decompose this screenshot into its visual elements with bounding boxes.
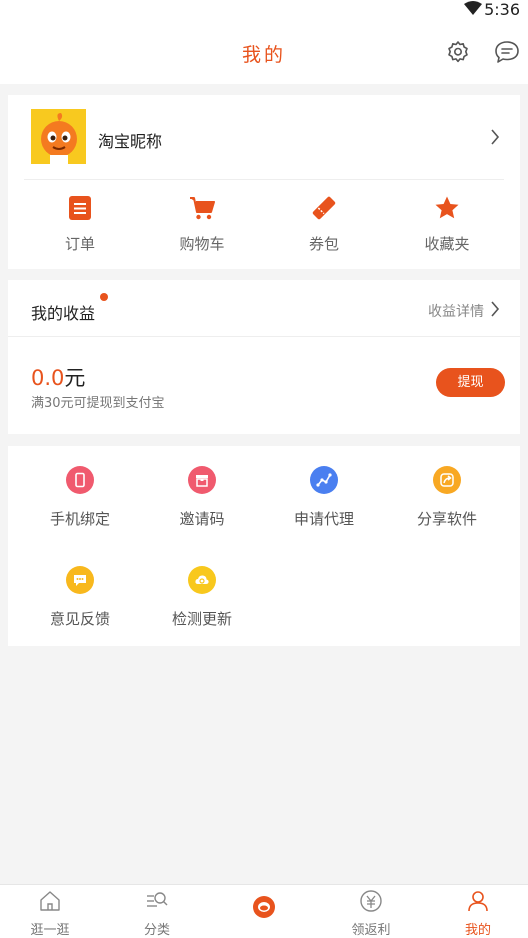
tab-category[interactable]: 分类 xyxy=(117,889,197,938)
tab-label: 领返利 xyxy=(351,923,391,938)
agent-icon xyxy=(310,466,338,494)
tool-feedback[interactable]: 意见反馈 xyxy=(25,566,135,629)
cart-icon xyxy=(190,197,215,220)
shortcut-coupon[interactable]: 券包 xyxy=(274,195,374,254)
user-icon xyxy=(468,891,488,912)
center-logo-icon xyxy=(253,896,275,918)
avatar[interactable] xyxy=(31,109,86,164)
order-icon xyxy=(69,196,91,220)
withdraw-button[interactable]: 提现 xyxy=(436,368,505,397)
tab-label: 逛一逛 xyxy=(30,923,70,938)
gear-icon[interactable] xyxy=(446,40,470,64)
shortcut-label: 券包 xyxy=(308,235,339,253)
bottom-tab-bar: 逛一逛 分类 领返利 我的 xyxy=(0,884,528,938)
earnings-amount: 0.0元 xyxy=(31,362,85,392)
tab-center[interactable] xyxy=(224,889,304,925)
divider xyxy=(24,179,504,180)
tool-check-update[interactable]: 检测更新 xyxy=(147,566,257,629)
tool-label: 申请代理 xyxy=(293,510,354,528)
wifi-icon xyxy=(464,1,482,15)
tool-label: 检测更新 xyxy=(171,610,232,628)
earnings-title: 我的收益 xyxy=(31,304,96,323)
tab-label: 分类 xyxy=(143,923,170,938)
profile-card: 淘宝昵称 订单 购物车 券包 收藏夹 xyxy=(8,95,520,269)
tool-phone-binding[interactable]: 手机绑定 xyxy=(25,466,135,529)
mascot-avatar-icon xyxy=(31,109,86,164)
tab-label: 我的 xyxy=(464,923,491,938)
tool-label: 手机绑定 xyxy=(49,510,110,528)
chevron-right-icon xyxy=(491,129,500,145)
amount-unit: 元 xyxy=(64,366,86,390)
divider xyxy=(8,336,520,337)
notification-dot xyxy=(100,293,108,301)
update-icon xyxy=(188,566,216,594)
feedback-icon xyxy=(66,566,94,594)
status-bar: 5:36 xyxy=(0,0,528,22)
tool-share-app[interactable]: 分享软件 xyxy=(392,466,502,529)
chevron-right-icon[interactable] xyxy=(490,301,500,317)
phone-icon xyxy=(66,466,94,494)
tab-mine[interactable]: 我的 xyxy=(438,889,518,938)
shortcut-label: 购物车 xyxy=(179,235,225,253)
withdraw-hint: 满30元可提现到支付宝 xyxy=(31,396,165,411)
shortcut-cart[interactable]: 购物车 xyxy=(152,195,252,254)
nickname: 淘宝昵称 xyxy=(98,132,163,151)
rebate-icon xyxy=(360,890,382,912)
coupon-icon xyxy=(312,196,336,220)
star-icon xyxy=(435,196,459,219)
tab-browse[interactable]: 逛一逛 xyxy=(10,889,90,938)
tool-label: 分享软件 xyxy=(416,510,477,528)
share-icon xyxy=(433,466,461,494)
shortcut-favorites[interactable]: 收藏夹 xyxy=(397,195,497,254)
earnings-card: 我的收益 收益详情 0.0元 满30元可提现到支付宝 提现 xyxy=(8,280,520,434)
invite-icon xyxy=(188,466,216,494)
category-search-icon xyxy=(147,892,168,907)
shortcut-label: 订单 xyxy=(64,235,95,253)
status-time: 5:36 xyxy=(484,0,520,19)
tab-rebate[interactable]: 领返利 xyxy=(331,889,411,938)
amount-value: 0.0 xyxy=(31,366,65,390)
shortcut-order[interactable]: 订单 xyxy=(30,195,130,254)
tool-label: 邀请码 xyxy=(179,510,225,528)
tool-apply-agent[interactable]: 申请代理 xyxy=(269,466,379,529)
tool-invite-code[interactable]: 邀请码 xyxy=(147,466,257,529)
shortcut-label: 收藏夹 xyxy=(424,235,470,253)
tool-label: 意见反馈 xyxy=(49,610,110,628)
message-icon[interactable] xyxy=(494,40,520,64)
tools-card: 手机绑定 邀请码 申请代理 分享软件 意见反馈 检测更新 xyxy=(8,446,520,646)
home-icon xyxy=(40,891,60,911)
header-bar: 我的 xyxy=(0,22,528,84)
earnings-detail-link[interactable]: 收益详情 xyxy=(428,301,484,321)
